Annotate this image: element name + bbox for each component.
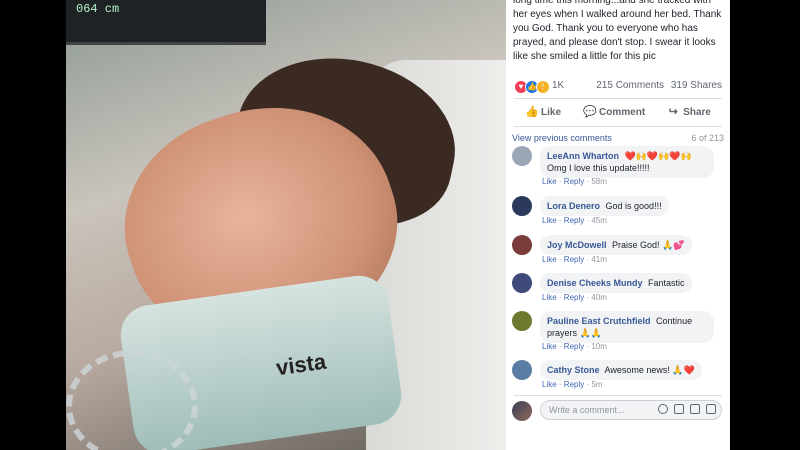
share-icon: ↪ [668, 106, 678, 118]
comment-emojis: ❤️🙌❤️🙌❤️🙌 [624, 151, 692, 161]
reactions-bar[interactable]: ♥ 👍 ! 1K 215 Comments 319 Shares [514, 80, 722, 94]
comment-bubble: Pauline East Crutchfield Continue prayer… [540, 311, 714, 343]
comment-time[interactable]: 10m [591, 342, 607, 351]
monitor-readout: 064 cm [76, 2, 120, 16]
comments-pager: 6 of 213 [691, 133, 724, 143]
comment-like-link[interactable]: Like [542, 342, 557, 351]
avatar[interactable] [512, 360, 532, 380]
comment-meta: Like · Reply · 45m [542, 216, 607, 225]
post-caption: long time this morning...and she tracked… [513, 0, 722, 62]
comment-reply-link[interactable]: Reply [564, 293, 584, 302]
comment-bubble: Lora Denero God is good!!! [540, 196, 669, 216]
comment-meta: Like · Reply · 10m [542, 342, 607, 351]
divider [514, 126, 722, 127]
share-button[interactable]: ↪ Share [667, 101, 711, 123]
divider [514, 98, 722, 99]
comment-text: Awesome news! [604, 365, 670, 375]
avatar[interactable] [512, 235, 532, 255]
shares-count[interactable]: 319 Shares [671, 80, 722, 91]
reaction-icons[interactable]: ♥ 👍 ! [514, 80, 550, 94]
post-photo-area: 064 cm vista [0, 0, 506, 450]
comment-bubble: Joy McDowell Praise God! 🙏💕 [540, 235, 692, 255]
reaction-count[interactable]: 1K [552, 80, 564, 91]
comment-text: Fantastic [648, 278, 685, 288]
comment-author[interactable]: Joy McDowell [547, 240, 607, 250]
comment-author[interactable]: LeeAnn Wharton [547, 151, 619, 161]
comment-time[interactable]: 45m [591, 216, 607, 225]
comment-author[interactable]: Denise Cheeks Mundy [547, 278, 643, 288]
post-photo[interactable]: 064 cm vista [66, 0, 506, 450]
comment-icon: 💬 [583, 106, 597, 118]
comment-time[interactable]: 5m [591, 380, 602, 389]
comment-emojis: 🙏💕 [662, 240, 685, 250]
wow-reaction-icon: ! [536, 80, 550, 94]
comment-bubble: Denise Cheeks Mundy Fantastic [540, 273, 692, 293]
comment-reply-link[interactable]: Reply [564, 342, 584, 351]
sticker-icon[interactable] [706, 404, 716, 414]
engagement-counts: 215 Comments 319 Shares [592, 80, 722, 91]
breathing-tube [66, 350, 198, 450]
write-comment-box: Write a comment... [512, 400, 726, 422]
view-previous-comments-link[interactable]: View previous comments [512, 133, 612, 143]
comment-bubble: Cathy Stone Awesome news! 🙏❤️ [540, 360, 702, 380]
comment-author[interactable]: Lora Denero [547, 201, 600, 211]
comment-text: Omg I love this update!!!!! [547, 163, 650, 173]
comment-author[interactable]: Pauline East Crutchfield [547, 316, 651, 326]
comments-count[interactable]: 215 Comments [596, 80, 664, 91]
post-actions: 👍 Like 💬 Comment ↪ Share [514, 101, 722, 123]
comment-button[interactable]: 💬 Comment [583, 101, 645, 123]
comment-like-link[interactable]: Like [542, 380, 557, 389]
comment-like-link[interactable]: Like [542, 216, 557, 225]
comment-reply-link[interactable]: Reply [564, 255, 584, 264]
camera-icon[interactable] [674, 404, 684, 414]
thumbs-up-icon: 👍 [525, 106, 539, 118]
comment-reply-link[interactable]: Reply [564, 216, 584, 225]
gif-icon[interactable] [690, 404, 700, 414]
comment-meta: Like · Reply · 5m [542, 380, 603, 389]
comment-bubble: LeeAnn Wharton ❤️🙌❤️🙌❤️🙌 Omg I love this… [540, 146, 714, 178]
emoji-icon[interactable] [658, 404, 668, 414]
comment-like-link[interactable]: Like [542, 177, 557, 186]
divider [514, 395, 722, 396]
avatar[interactable] [512, 273, 532, 293]
avatar[interactable] [512, 311, 532, 331]
avatar[interactable] [512, 196, 532, 216]
comment-time[interactable]: 40m [591, 293, 607, 302]
comment-reply-link[interactable]: Reply [564, 380, 584, 389]
comment-time[interactable]: 41m [591, 255, 607, 264]
comment-emojis: 🙏🙏 [579, 328, 602, 338]
comment-time[interactable]: 58m [591, 177, 607, 186]
right-background [730, 0, 800, 450]
avatar[interactable] [512, 146, 532, 166]
like-button[interactable]: 👍 Like [525, 101, 561, 123]
comment-text: Praise God! [612, 240, 660, 250]
comment-meta: Like · Reply · 41m [542, 255, 607, 264]
comment-reply-link[interactable]: Reply [564, 177, 584, 186]
comment-emojis: 🙏❤️ [672, 365, 695, 375]
comment-button-label: Comment [599, 106, 646, 118]
post-side-panel: long time this morning...and she tracked… [506, 0, 730, 450]
comment-meta: Like · Reply · 58m [542, 177, 607, 186]
comment-author[interactable]: Cathy Stone [547, 365, 600, 375]
comment-like-link[interactable]: Like [542, 255, 557, 264]
comment-text: God is good!!! [605, 201, 662, 211]
comment-like-link[interactable]: Like [542, 293, 557, 302]
comment-meta: Like · Reply · 40m [542, 293, 607, 302]
like-button-label: Like [541, 106, 562, 118]
current-user-avatar [512, 401, 532, 421]
share-button-label: Share [683, 106, 711, 118]
comment-input-icons [658, 404, 716, 414]
